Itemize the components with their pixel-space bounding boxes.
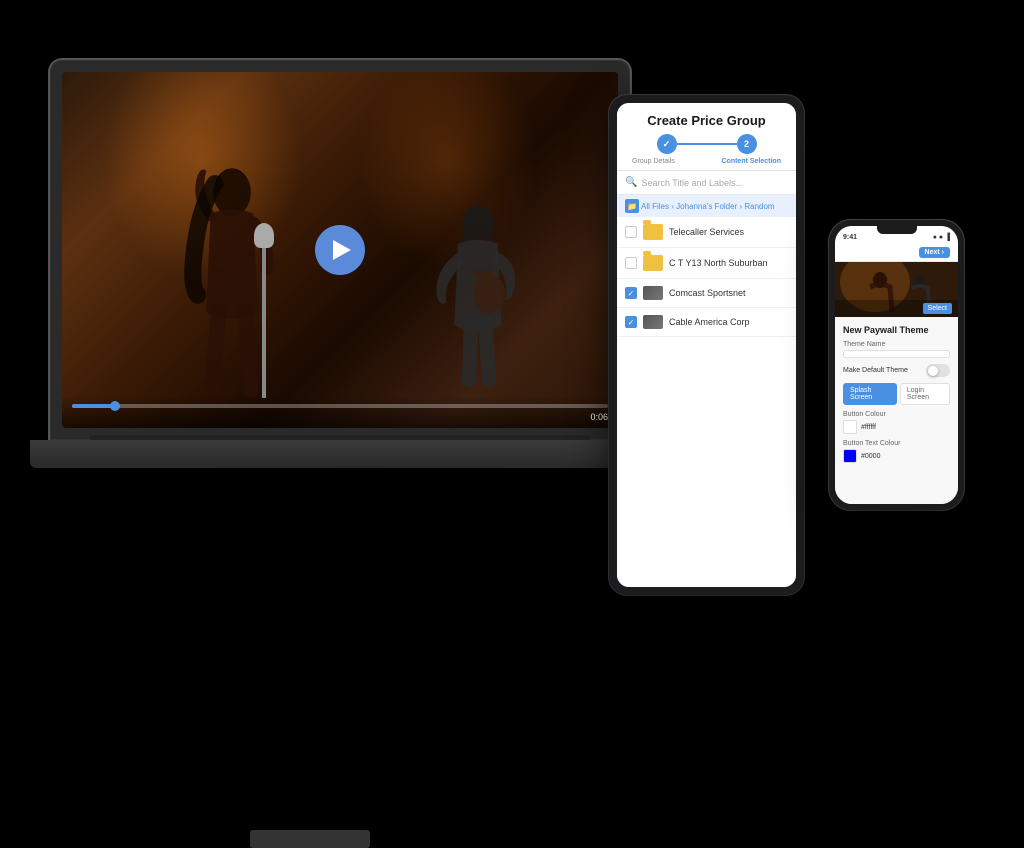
button-color-swatch[interactable]	[843, 420, 857, 434]
video-background: 0:06	[62, 72, 618, 428]
file-checkbox-2[interactable]	[625, 257, 637, 269]
screen-tabs: Splash Screen Login Screen	[843, 383, 950, 405]
file-name-2: C T Y13 North Suburban	[669, 258, 788, 268]
laptop-screen-border: 0:06	[50, 60, 630, 440]
button-text-color-swatch[interactable]	[843, 449, 857, 463]
file-name-1: Telecaller Services	[669, 227, 788, 237]
step-2-label: Content Selection	[721, 158, 781, 165]
phone-time: 9:41	[843, 234, 857, 241]
file-checkbox-1[interactable]	[625, 226, 637, 238]
progress-bar[interactable]	[72, 404, 608, 408]
login-screen-tab[interactable]: Login Screen	[900, 383, 950, 405]
step-1-label: Group Details	[632, 158, 675, 165]
tablet: Create Price Group ✓ 2 Group Details Con…	[609, 95, 804, 595]
video-thumb-4	[643, 315, 663, 329]
laptop-base	[30, 440, 650, 468]
laptop-shadow	[110, 465, 610, 485]
button-text-color-row: #0000	[843, 449, 950, 463]
default-theme-toggle[interactable]	[926, 364, 950, 377]
phone-notch	[877, 226, 917, 234]
file-list: Telecaller Services C T Y13 North Suburb…	[617, 217, 796, 587]
theme-name-input[interactable]	[843, 350, 950, 358]
default-theme-toggle-row: Make Default Theme	[843, 364, 950, 377]
file-item-3[interactable]: Comcast Sportsnet	[617, 279, 796, 308]
file-checkbox-3[interactable]	[625, 287, 637, 299]
search-icon: 🔍	[625, 177, 637, 188]
phone-nav-bar: Next ›	[835, 244, 958, 262]
phone-status-icons: ● ● ▐	[933, 234, 950, 241]
splash-screen-tab[interactable]: Splash Screen	[843, 383, 897, 405]
breadcrumb-folder-icon: 📁	[625, 199, 639, 213]
video-thumb-3	[643, 286, 663, 300]
video-icon-3	[643, 286, 663, 300]
step-labels: Group Details Content Selection	[627, 158, 786, 165]
folder-icon-2	[643, 255, 663, 271]
folder-icon-1	[643, 224, 663, 240]
step-2-circle: 2	[737, 134, 757, 154]
phone-next-button[interactable]: Next ›	[919, 247, 950, 258]
toggle-knob	[928, 366, 938, 376]
guitarist-silhouette	[418, 198, 538, 398]
progress-fill	[72, 404, 115, 408]
tablet-search[interactable]: 🔍 Search Title and Labels...	[617, 171, 796, 195]
mic-head	[254, 223, 274, 248]
file-checkbox-4[interactable]	[625, 316, 637, 328]
tablet-screen: Create Price Group ✓ 2 Group Details Con…	[617, 103, 796, 587]
file-item-4[interactable]: Cable America Corp	[617, 308, 796, 337]
video-time: 0:06	[72, 412, 608, 422]
mic-stand	[262, 238, 266, 398]
breadcrumb-text: All Files › Johanna's Folder › Random	[641, 202, 775, 211]
breadcrumb-bar: 📁 All Files › Johanna's Folder › Random	[617, 195, 796, 217]
phone-screen: 9:41 ● ● ▐ Next › Select	[835, 226, 958, 504]
scene: 0:06 Create Price Group ✓	[0, 0, 1024, 683]
theme-name-label: Theme Name	[843, 341, 950, 348]
button-text-color-field: Button Text Colour #0000	[843, 440, 950, 463]
step-1-check: ✓	[663, 139, 671, 150]
button-color-field: Button Colour #ffffff	[843, 411, 950, 434]
file-item-2[interactable]: C T Y13 North Suburban	[617, 248, 796, 279]
step-1-circle: ✓	[657, 134, 677, 154]
laptop-screen: 0:06	[62, 72, 618, 428]
video-icon-4	[643, 315, 663, 329]
button-text-color-value: #0000	[861, 453, 880, 460]
button-text-color-label: Button Text Colour	[843, 440, 950, 447]
phone-section-title: New Paywall Theme	[843, 325, 950, 335]
step-2-number: 2	[744, 139, 749, 149]
laptop-trackpad	[250, 830, 370, 848]
button-color-label: Button Colour	[843, 411, 950, 418]
button-color-value: #ffffff	[861, 424, 876, 431]
singer-silhouette	[162, 158, 302, 398]
phone-video-thumbnail: Select	[835, 262, 958, 317]
default-theme-label: Make Default Theme	[843, 367, 908, 374]
theme-name-field: Theme Name	[843, 341, 950, 358]
phone-video-overlay: Select	[835, 300, 958, 317]
file-name-4: Cable America Corp	[669, 317, 788, 327]
tablet-title: Create Price Group	[627, 113, 786, 128]
video-controls: 0:06	[62, 396, 618, 428]
step-line	[677, 143, 737, 145]
search-placeholder: Search Title and Labels...	[641, 178, 788, 188]
play-button[interactable]	[315, 225, 365, 275]
tablet-header: Create Price Group ✓ 2 Group Details Con…	[617, 103, 796, 171]
button-color-row: #ffffff	[843, 420, 950, 434]
phone-video-select-btn[interactable]: Select	[923, 303, 952, 314]
phone-content: New Paywall Theme Theme Name Make Defaul…	[835, 317, 958, 504]
file-item-1[interactable]: Telecaller Services	[617, 217, 796, 248]
file-name-3: Comcast Sportsnet	[669, 288, 788, 298]
phone: 9:41 ● ● ▐ Next › Select	[829, 220, 964, 510]
laptop: 0:06	[50, 60, 650, 580]
progress-dot	[110, 401, 120, 411]
play-icon	[333, 240, 351, 260]
stepper-bar: ✓ 2	[627, 134, 786, 154]
